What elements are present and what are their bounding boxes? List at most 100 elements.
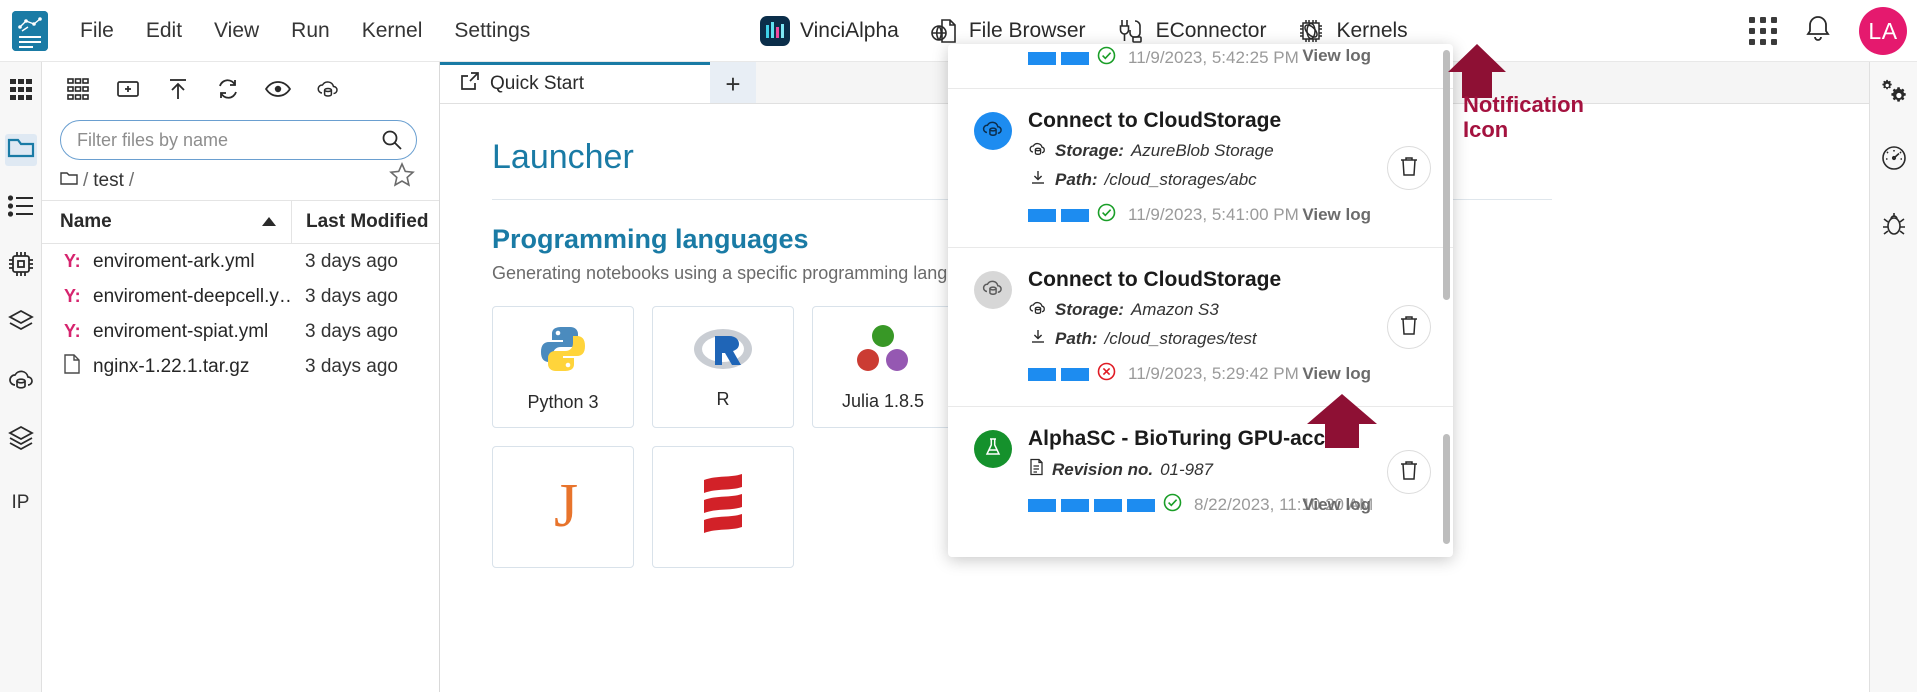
breadcrumb[interactable]: / test / xyxy=(42,160,439,200)
file-list-header: Name Last Modified xyxy=(42,200,439,244)
tab-quick-start[interactable]: Quick Start xyxy=(440,62,710,103)
column-header-last-modified[interactable]: Last Modified xyxy=(291,201,439,243)
add-tab-button[interactable]: + xyxy=(710,62,756,103)
python-icon xyxy=(535,321,591,382)
upload-icon xyxy=(167,77,189,106)
menu-kernel[interactable]: Kernel xyxy=(346,13,439,49)
apps-grid-icon[interactable] xyxy=(1749,17,1777,45)
notification-avatar-cloud-storage xyxy=(974,112,1012,150)
column-header-name-label: Name xyxy=(60,211,112,232)
delete-notification-button[interactable] xyxy=(1387,146,1431,190)
breadcrumb-test[interactable]: test xyxy=(93,170,124,192)
notification-meta-key: Revision no. xyxy=(1052,459,1154,479)
menu-settings[interactable]: Settings xyxy=(438,13,546,49)
toggle-hidden-button[interactable] xyxy=(258,72,298,110)
file-name-cell: Y: enviroment-spiat.yml xyxy=(42,321,291,343)
notification-item[interactable]: AlphaSC - BioTuring GPU-accelerated … Re… xyxy=(948,406,1453,537)
launcher-card-julia[interactable]: Julia 1.8.5 xyxy=(812,306,954,428)
sidebar-item-extensions[interactable] xyxy=(5,308,37,340)
file-row[interactable]: Y: enviroment-deepcell.y… 3 days ago xyxy=(42,279,439,314)
app-link-kernels[interactable]: Kernels xyxy=(1296,16,1408,46)
file-name-cell: nginx-1.22.1.tar.gz xyxy=(42,354,291,379)
new-folder-button[interactable] xyxy=(108,72,148,110)
menu-view[interactable]: View xyxy=(198,13,275,49)
view-log-link[interactable]: View log xyxy=(1302,205,1371,225)
file-row[interactable]: Y: enviroment-spiat.yml 3 days ago xyxy=(42,314,439,349)
folder-icon xyxy=(60,170,78,192)
app-link-file-browser[interactable]: File Browser xyxy=(929,16,1086,46)
notification-status-row: 11/9/2023, 5:29:42 PM xyxy=(1028,362,1433,386)
sidebar-item-property-inspector[interactable] xyxy=(1878,78,1910,110)
left-sidebar-rail: IP xyxy=(0,62,42,692)
property-inspector-gear-icon xyxy=(1880,78,1908,111)
layers-stack-icon xyxy=(7,308,35,341)
notification-item[interactable]: Connect to CloudStorage Storage: Amazon … xyxy=(948,247,1453,406)
notification-scrollbar-thumb-top[interactable] xyxy=(1443,50,1450,300)
app-link-vincialpha[interactable]: VinciAlpha xyxy=(760,16,899,46)
view-log-link[interactable]: View log xyxy=(1302,364,1371,384)
document-icon xyxy=(1028,458,1045,481)
apps-grid-icon xyxy=(67,77,89,105)
cloud-storage-button[interactable] xyxy=(308,72,348,110)
sidebar-item-cloud-storage[interactable] xyxy=(5,366,37,398)
notification-meta-value: Amazon S3 xyxy=(1130,300,1219,319)
search-input[interactable] xyxy=(60,120,417,160)
menu-run[interactable]: Run xyxy=(275,13,346,49)
new-folder-icon xyxy=(116,78,140,105)
notification-item[interactable]: 11/9/2023, 5:42:25 PM View log xyxy=(948,44,1453,88)
notification-avatar-alphasc xyxy=(974,430,1012,468)
progress-bars xyxy=(1028,498,1155,512)
column-header-name[interactable]: Name xyxy=(42,201,291,243)
menu-edit[interactable]: Edit xyxy=(130,13,198,49)
success-check-icon xyxy=(1097,203,1116,227)
notification-timestamp: 11/9/2023, 5:29:42 PM xyxy=(1128,364,1299,383)
launcher-card-python3[interactable]: Python 3 xyxy=(492,306,634,428)
flask-icon xyxy=(982,436,1004,463)
cloud-storage-icon xyxy=(7,367,35,398)
launcher-card-r[interactable]: R xyxy=(652,306,794,428)
notification-status-row: 11/9/2023, 5:42:25 PM xyxy=(1028,46,1433,70)
view-log-link[interactable]: View log xyxy=(1302,46,1371,66)
kernels-icon xyxy=(1296,16,1326,46)
file-row[interactable]: nginx-1.22.1.tar.gz 3 days ago xyxy=(42,349,439,384)
jupyter-notebook-icon[interactable] xyxy=(12,10,48,51)
sidebar-item-file-browser[interactable] xyxy=(4,134,37,166)
notification-meta-revision: Revision no. 01-987 xyxy=(1028,458,1433,481)
notification-list[interactable]: 11/9/2023, 5:42:25 PM View log Connect t… xyxy=(948,44,1453,557)
sidebar-item-hardware[interactable] xyxy=(5,250,37,282)
refresh-button[interactable] xyxy=(208,72,248,110)
notification-item[interactable]: Connect to CloudStorage Storage: AzureBl… xyxy=(948,88,1453,247)
notification-timestamp: 11/9/2023, 5:42:25 PM xyxy=(1128,48,1299,67)
file-row[interactable]: Y: enviroment-ark.yml 3 days ago xyxy=(42,244,439,279)
launcher-grid-icon xyxy=(8,77,34,108)
delete-notification-button[interactable] xyxy=(1387,450,1431,494)
sidebar-item-running[interactable] xyxy=(5,192,37,224)
sidebar-item-launcher[interactable] xyxy=(5,76,37,108)
sidebar-item-resource-usage[interactable] xyxy=(1878,144,1910,176)
star-icon[interactable] xyxy=(389,162,415,193)
progress-bars xyxy=(1028,208,1089,222)
upload-button[interactable] xyxy=(158,72,198,110)
cloud-storage-icon xyxy=(1028,140,1048,162)
menu-file[interactable]: File xyxy=(64,13,130,49)
view-log-link[interactable]: View log xyxy=(1302,495,1371,515)
sidebar-item-layers[interactable] xyxy=(5,424,37,456)
right-sidebar-rail xyxy=(1869,62,1917,692)
launcher-card-julia-j[interactable]: J xyxy=(492,446,634,568)
cloud-storage-icon xyxy=(981,277,1005,303)
delete-notification-button[interactable] xyxy=(1387,305,1431,349)
file-modified: 3 days ago xyxy=(305,250,398,272)
notification-meta-key: Storage: xyxy=(1055,141,1124,160)
avatar[interactable]: LA xyxy=(1859,7,1907,55)
app-link-label: File Browser xyxy=(968,19,1086,42)
notification-scrollbar-thumb[interactable] xyxy=(1443,434,1450,544)
launcher-card-scala[interactable] xyxy=(652,446,794,568)
notification-meta-value: /cloud_storages/abc xyxy=(1104,170,1257,189)
launcher-grid-button[interactable] xyxy=(58,72,98,110)
julia-j-icon: J xyxy=(538,470,588,545)
notification-bell-icon[interactable] xyxy=(1803,13,1833,50)
svg-text:J: J xyxy=(554,472,578,540)
app-link-econnector[interactable]: EConnector xyxy=(1116,16,1266,46)
debugger-bug-icon xyxy=(1880,210,1908,243)
sidebar-item-debugger[interactable] xyxy=(1878,210,1910,242)
